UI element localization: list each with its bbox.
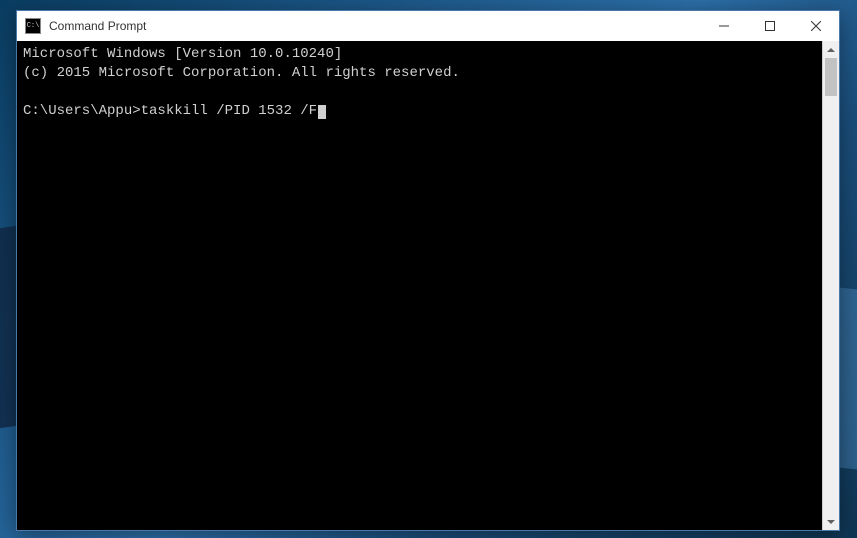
- terminal-cursor: [318, 105, 326, 119]
- terminal-line: Microsoft Windows [Version 10.0.10240]: [23, 46, 342, 62]
- minimize-button[interactable]: [701, 11, 747, 41]
- window-client-area: Microsoft Windows [Version 10.0.10240] (…: [17, 41, 839, 530]
- terminal-line: (c) 2015 Microsoft Corporation. All righ…: [23, 65, 460, 81]
- window-controls: [701, 11, 839, 41]
- terminal-output[interactable]: Microsoft Windows [Version 10.0.10240] (…: [17, 41, 822, 530]
- maximize-icon: [765, 21, 775, 31]
- app-icon-glyph: C:\: [27, 23, 40, 30]
- vertical-scrollbar[interactable]: [822, 41, 839, 530]
- close-icon: [811, 21, 821, 31]
- scroll-down-button[interactable]: [823, 513, 839, 530]
- close-button[interactable]: [793, 11, 839, 41]
- app-icon: C:\: [25, 18, 41, 34]
- terminal-command: taskkill /PID 1532 /F: [141, 103, 317, 119]
- maximize-button[interactable]: [747, 11, 793, 41]
- window-titlebar[interactable]: C:\ Command Prompt: [17, 11, 839, 41]
- chevron-up-icon: [827, 48, 835, 52]
- chevron-down-icon: [827, 520, 835, 524]
- terminal-prompt-line: C:\Users\Appu>taskkill /PID 1532 /F: [23, 103, 326, 119]
- command-prompt-window: C:\ Command Prompt Microsoft Windows [Ve…: [16, 10, 840, 531]
- window-title: Command Prompt: [49, 19, 701, 33]
- minimize-icon: [719, 21, 729, 31]
- scroll-thumb[interactable]: [825, 58, 837, 96]
- terminal-prompt: C:\Users\Appu>: [23, 103, 141, 119]
- scroll-track[interactable]: [823, 58, 839, 513]
- scroll-up-button[interactable]: [823, 41, 839, 58]
